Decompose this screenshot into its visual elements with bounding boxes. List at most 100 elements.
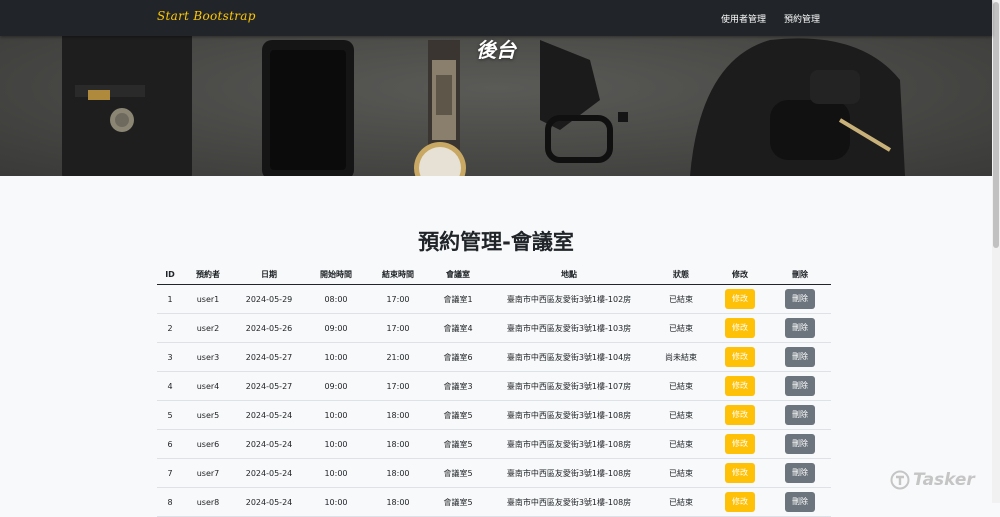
- cell-room: 會議室3: [429, 371, 487, 401]
- cell-status: 已結束: [651, 429, 711, 459]
- table-row: 4 user4 2024-05-27 09:00 17:00 會議室3 臺南市中西區友愛街3…: [157, 371, 831, 401]
- cell-end-time: 18:00: [367, 400, 429, 430]
- delete-button[interactable]: 刪除: [785, 434, 815, 454]
- cell-start-time: 10:00: [305, 429, 367, 459]
- cell-date: 2024-05-24: [233, 458, 305, 488]
- cell-date: 2024-05-24: [233, 487, 305, 517]
- delete-button[interactable]: 刪除: [785, 347, 815, 367]
- cell-location: 臺南市中西區友愛街3號1樓-108房: [487, 487, 651, 517]
- delete-button[interactable]: 刪除: [785, 318, 815, 338]
- cell-id: 3: [157, 342, 183, 372]
- page-scrollbar[interactable]: [992, 0, 1000, 503]
- cell-user: user4: [183, 371, 233, 401]
- cell-status: 已結束: [651, 458, 711, 488]
- cell-location: 臺南市中西區友愛街3號1樓-107房: [487, 371, 651, 401]
- cell-edit: 修改: [711, 400, 769, 430]
- cell-date: 2024-05-27: [233, 371, 305, 401]
- delete-button[interactable]: 刪除: [785, 405, 815, 425]
- table-header-row: ID 預約者 日期 開始時間 結束時間 會議室 地點 狀態 修改 刪除: [157, 264, 831, 285]
- cell-user: user1: [183, 284, 233, 314]
- cell-date: 2024-05-29: [233, 284, 305, 314]
- cell-edit: 修改: [711, 458, 769, 488]
- cell-end-time: 18:00: [367, 458, 429, 488]
- cell-location: 臺南市中西區友愛街3號1樓-108房: [487, 458, 651, 488]
- nav-user-management[interactable]: 使用者管理: [721, 12, 766, 25]
- table-row: 5 user5 2024-05-24 10:00 18:00 會議室5 臺南市中西區友愛街3…: [157, 400, 831, 430]
- header-start-time: 開始時間: [305, 264, 367, 285]
- edit-button[interactable]: 修改: [725, 376, 755, 396]
- cell-status: 已結束: [651, 371, 711, 401]
- cell-date: 2024-05-26: [233, 313, 305, 343]
- cell-delete: 刪除: [769, 487, 831, 517]
- cell-delete: 刪除: [769, 284, 831, 314]
- cell-start-time: 10:00: [305, 400, 367, 430]
- cell-location: 臺南市中西區友愛街3號1樓-102房: [487, 284, 651, 314]
- edit-button[interactable]: 修改: [725, 347, 755, 367]
- cell-edit: 修改: [711, 487, 769, 517]
- delete-button[interactable]: 刪除: [785, 492, 815, 512]
- cell-delete: 刪除: [769, 371, 831, 401]
- cell-status: 已結束: [651, 487, 711, 517]
- table-row: 2 user2 2024-05-26 09:00 17:00 會議室4 臺南市中西區友愛街3…: [157, 313, 831, 343]
- edit-button[interactable]: 修改: [725, 405, 755, 425]
- top-navbar: Start Bootstrap 使用者管理 預約管理: [0, 0, 992, 36]
- delete-button[interactable]: 刪除: [785, 376, 815, 396]
- cell-start-time: 09:00: [305, 371, 367, 401]
- cell-status: 已結束: [651, 400, 711, 430]
- nav-reservation-management[interactable]: 預約管理: [784, 12, 820, 25]
- table-row: 1 user1 2024-05-29 08:00 17:00 會議室1 臺南市中西區友愛街3…: [157, 284, 831, 314]
- cell-delete: 刪除: [769, 400, 831, 430]
- cell-location: 臺南市中西區友愛街3號1樓-103房: [487, 313, 651, 343]
- cell-user: user7: [183, 458, 233, 488]
- table-row: 7 user7 2024-05-24 10:00 18:00 會議室5 臺南市中西區友愛街3…: [157, 458, 831, 488]
- edit-button[interactable]: 修改: [725, 289, 755, 309]
- cell-edit: 修改: [711, 342, 769, 372]
- cell-location: 臺南市中西區友愛街3號1樓-108房: [487, 400, 651, 430]
- delete-button[interactable]: 刪除: [785, 289, 815, 309]
- cell-id: 2: [157, 313, 183, 343]
- edit-button[interactable]: 修改: [725, 492, 755, 512]
- tasker-watermark: Tasker: [890, 470, 975, 490]
- cell-end-time: 17:00: [367, 284, 429, 314]
- edit-button[interactable]: 修改: [725, 318, 755, 338]
- header-date: 日期: [233, 264, 305, 285]
- edit-button[interactable]: 修改: [725, 434, 755, 454]
- hero-title: 後台: [476, 38, 516, 62]
- table-row: 8 user8 2024-05-24 10:00 18:00 會議室5 臺南市中西區友愛街3…: [157, 487, 831, 517]
- header-edit: 修改: [711, 264, 769, 285]
- header-status: 狀態: [651, 264, 711, 285]
- cell-start-time: 09:00: [305, 313, 367, 343]
- reservation-table-container: ID 預約者 日期 開始時間 結束時間 會議室 地點 狀態 修改 刪除 1 use…: [157, 264, 831, 517]
- header-location: 地點: [487, 264, 651, 285]
- cell-location: 臺南市中西區友愛街3號1樓-104房: [487, 342, 651, 372]
- cell-date: 2024-05-27: [233, 342, 305, 372]
- cell-start-time: 08:00: [305, 284, 367, 314]
- cell-user: user5: [183, 400, 233, 430]
- cell-status: 尚未結束: [651, 342, 711, 372]
- cell-edit: 修改: [711, 284, 769, 314]
- table-row: 3 user3 2024-05-27 10:00 21:00 會議室6 臺南市中西區友愛街3…: [157, 342, 831, 372]
- page-title: 預約管理-會議室: [418, 230, 574, 254]
- cell-date: 2024-05-24: [233, 429, 305, 459]
- cell-room: 會議室4: [429, 313, 487, 343]
- cell-status: 已結束: [651, 284, 711, 314]
- edit-button[interactable]: 修改: [725, 463, 755, 483]
- watermark-text: Tasker: [913, 470, 975, 490]
- cell-delete: 刪除: [769, 458, 831, 488]
- cell-id: 4: [157, 371, 183, 401]
- cell-delete: 刪除: [769, 429, 831, 459]
- scrollbar-thumb[interactable]: [993, 2, 999, 248]
- cell-user: user2: [183, 313, 233, 343]
- cell-edit: 修改: [711, 313, 769, 343]
- cell-user: user6: [183, 429, 233, 459]
- cell-id: 6: [157, 429, 183, 459]
- cell-id: 5: [157, 400, 183, 430]
- delete-button[interactable]: 刪除: [785, 463, 815, 483]
- brand-logo[interactable]: Start Bootstrap: [157, 9, 256, 23]
- cell-room: 會議室5: [429, 400, 487, 430]
- header-user: 預約者: [183, 264, 233, 285]
- table-row: 6 user6 2024-05-24 10:00 18:00 會議室5 臺南市中西區友愛街3…: [157, 429, 831, 459]
- cell-edit: 修改: [711, 429, 769, 459]
- reservation-table: ID 預約者 日期 開始時間 結束時間 會議室 地點 狀態 修改 刪除 1 use…: [157, 264, 831, 517]
- cell-end-time: 18:00: [367, 429, 429, 459]
